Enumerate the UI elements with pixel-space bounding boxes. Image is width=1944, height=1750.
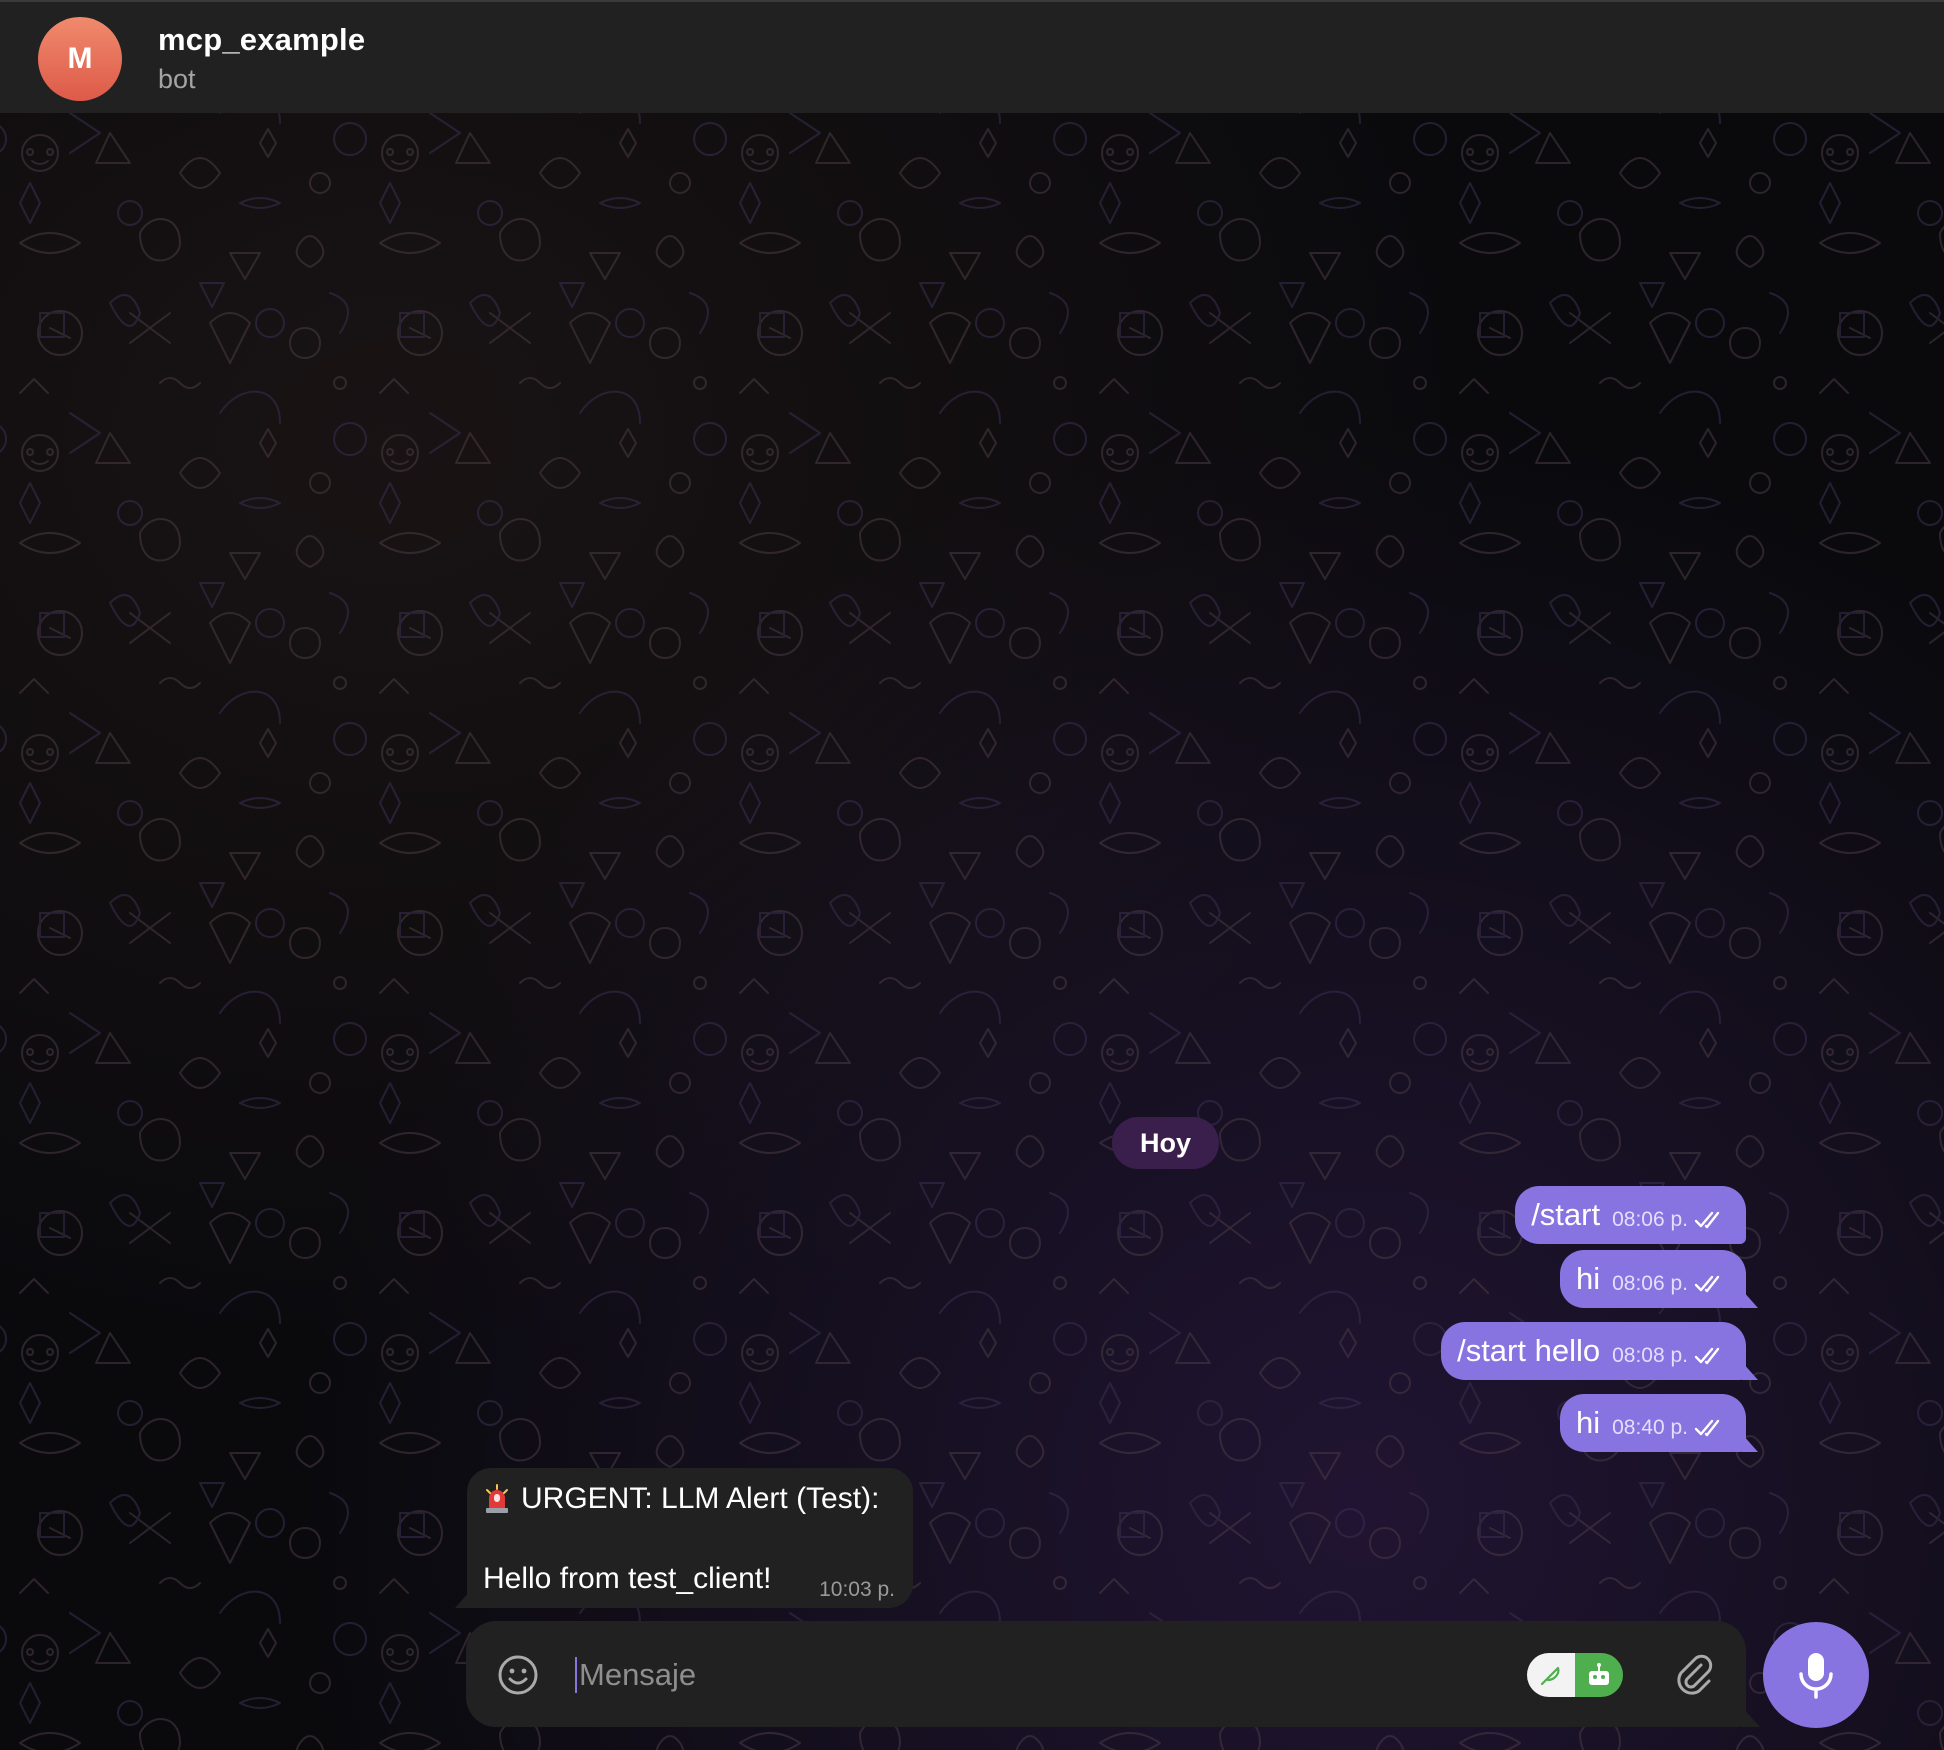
- message-text: /start: [1531, 1197, 1601, 1232]
- double-check-icon: [1694, 1347, 1720, 1365]
- message-time: 08:40 p.: [1612, 1416, 1688, 1439]
- microphone-icon: [1799, 1653, 1833, 1699]
- message-composer[interactable]: [466, 1621, 1760, 1727]
- message-time: 08:08 p.: [1612, 1344, 1688, 1367]
- message-time: 08:06 p.: [1612, 1208, 1688, 1231]
- double-check-icon: [1694, 1211, 1720, 1229]
- outgoing-message[interactable]: /start hello 08:08 p.: [1441, 1322, 1758, 1380]
- outgoing-message[interactable]: /start 08:06 p.: [1515, 1186, 1746, 1244]
- double-check-icon: [1694, 1275, 1720, 1293]
- paperclip-icon[interactable]: [1671, 1651, 1717, 1697]
- chat-subtitle: bot: [158, 64, 196, 94]
- wallpaper-pattern: [0, 113, 1944, 1750]
- message-body-text: Hello from test_client!: [483, 1562, 772, 1595]
- outgoing-message[interactable]: hi 08:40 p.: [1559, 1394, 1759, 1452]
- date-separator: Hoy: [1112, 1117, 1220, 1169]
- police-siren-icon: [486, 1484, 508, 1513]
- bot-commands-toggle[interactable]: [1527, 1653, 1623, 1697]
- incoming-message[interactable]: URGENT: LLM Alert (Test): Hello from tes…: [455, 1468, 913, 1608]
- chat-title[interactable]: mcp_example: [158, 22, 365, 58]
- double-check-icon: [1694, 1419, 1720, 1437]
- alert-title-text: URGENT: LLM Alert (Test):: [521, 1482, 880, 1515]
- message-time: 10:03 p.: [819, 1578, 895, 1601]
- message-input[interactable]: [577, 1647, 1481, 1703]
- voice-record-button[interactable]: [1763, 1622, 1869, 1728]
- robot-icon: [1575, 1653, 1623, 1697]
- message-text: hi: [1575, 1405, 1601, 1440]
- emoji-icon[interactable]: [496, 1653, 540, 1697]
- avatar-letter: M: [67, 42, 93, 75]
- feather-icon: [1527, 1653, 1575, 1697]
- message-time: 08:06 p.: [1612, 1272, 1688, 1295]
- chat-area[interactable]: [0, 113, 1944, 1750]
- outgoing-message[interactable]: hi 08:06 p.: [1559, 1250, 1759, 1308]
- message-text: hi: [1575, 1261, 1601, 1296]
- message-text: /start hello: [1457, 1333, 1601, 1368]
- chat-header[interactable]: M mcp_example bot: [0, 0, 1944, 113]
- alert-title-line: URGENT: LLM Alert (Test):: [483, 1482, 897, 1516]
- avatar[interactable]: M: [38, 17, 122, 101]
